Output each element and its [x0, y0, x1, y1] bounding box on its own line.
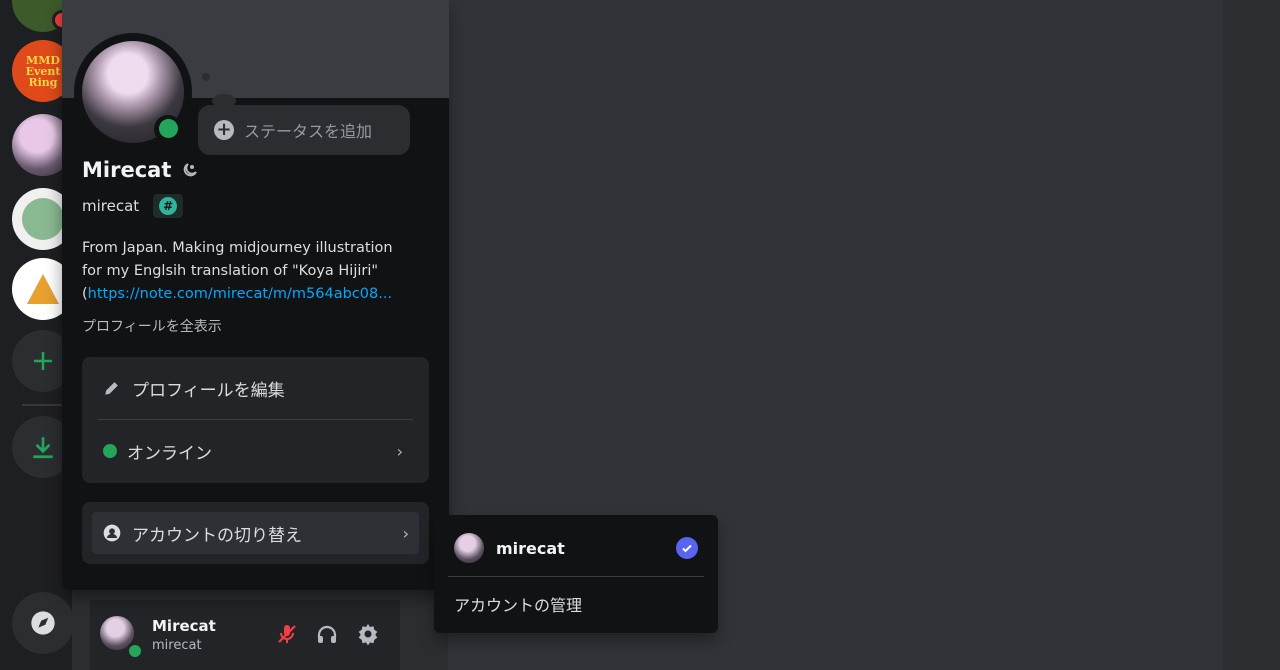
edit-profile-button[interactable]: プロフィールを編集 — [98, 373, 413, 403]
bio-line: (https://note.com/mirecat/m/m564abc08... — [82, 283, 422, 306]
profile-popout: + ステータスを追加 Mirecat mirecat # From Japan.… — [62, 0, 449, 590]
nickname-badge-icon[interactable] — [183, 163, 198, 177]
add-status-label: ステータスを追加 — [244, 122, 373, 141]
username-row: mirecat # — [82, 194, 184, 218]
user-tag: mirecat — [152, 638, 202, 653]
avatar — [454, 533, 484, 563]
compass-icon — [31, 611, 55, 635]
manage-accounts-button[interactable]: アカウントの管理 — [454, 592, 582, 616]
switch-accounts-label: アカウントの切り替え — [132, 525, 302, 546]
account-item[interactable]: mirecat — [454, 533, 698, 563]
bubble-tail — [202, 73, 210, 81]
microphone-muted-icon — [278, 625, 296, 643]
sail-icon — [27, 274, 59, 304]
mute-button[interactable] — [273, 620, 301, 648]
hashtag-icon: # — [159, 197, 178, 215]
user-panel: Mirecat mirecat — [90, 600, 400, 670]
bio-line: for my Englsih translation of "Koya Hiji… — [82, 263, 379, 279]
gear-icon — [358, 624, 378, 646]
switch-accounts-card: アカウントの切り替え › — [82, 502, 429, 564]
online-status-dot — [126, 642, 144, 660]
user-settings-button[interactable] — [354, 620, 382, 648]
account-name: mirecat — [496, 538, 565, 558]
edit-profile-label: プロフィールを編集 — [132, 380, 285, 401]
bio-link[interactable]: https://note.com/mirecat/m/m564abc08... — [88, 286, 392, 302]
profile-bio: From Japan. Making midjourney illustrati… — [82, 237, 422, 306]
divider — [98, 419, 413, 420]
member-sidebar — [1223, 0, 1280, 670]
status-selector[interactable]: オンライン › — [98, 436, 413, 466]
bio-line: From Japan. Making midjourney illustrati… — [82, 240, 393, 256]
username: mirecat — [82, 197, 140, 215]
check-icon — [676, 537, 698, 559]
user-circle-icon — [103, 524, 121, 542]
display-name-text: Mirecat — [82, 158, 172, 182]
profile-actions-card: プロフィールを編集 オンライン › — [82, 357, 429, 483]
server-logo — [22, 198, 64, 240]
deafen-button[interactable] — [313, 620, 341, 648]
profile-display-name: Mirecat — [82, 158, 198, 182]
chevron-right-icon: › — [396, 441, 403, 461]
download-icon — [33, 437, 53, 459]
online-dot-icon — [103, 444, 117, 458]
explore-servers-button[interactable] — [12, 592, 74, 654]
divider — [448, 576, 704, 577]
status-label: オンライン — [127, 443, 212, 464]
account-submenu: mirecat アカウントの管理 — [434, 515, 718, 633]
plus-icon — [34, 352, 52, 370]
user-display-name[interactable]: Mirecat — [152, 617, 216, 635]
pencil-icon — [105, 382, 118, 395]
add-status-button[interactable]: + ステータスを追加 — [198, 105, 410, 155]
online-status-dot — [159, 119, 178, 138]
view-full-profile-link[interactable]: プロフィールを全表示 — [82, 316, 222, 336]
server-divider — [22, 404, 62, 406]
headphones-icon — [317, 625, 337, 643]
hash-badge[interactable]: # — [153, 194, 184, 218]
switch-accounts-button[interactable]: アカウントの切り替え › — [92, 512, 419, 554]
chevron-right-icon: › — [402, 523, 409, 543]
add-circle-icon: + — [214, 120, 234, 140]
